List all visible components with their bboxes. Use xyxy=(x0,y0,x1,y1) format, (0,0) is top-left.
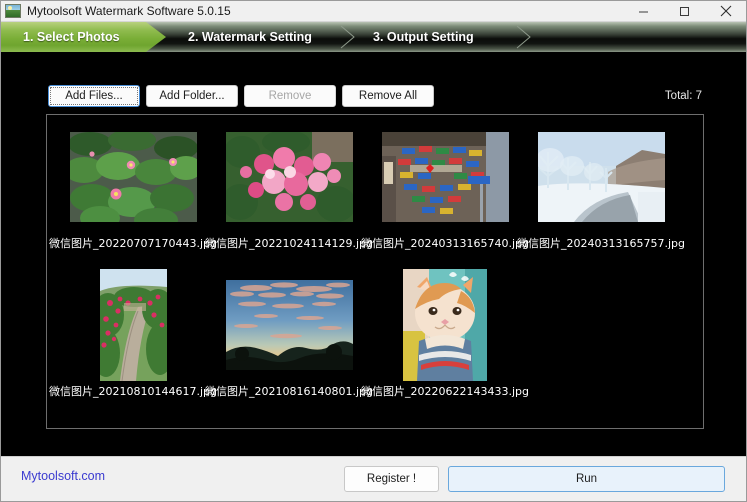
photo-filename: 微信图片_20221024114129.jpg xyxy=(205,237,373,250)
thumbnail-wrap xyxy=(99,269,167,381)
photo-row: 微信图片_20210810144617.jpg 微信图片_20210816140… xyxy=(49,269,703,417)
thumbnail-wrap xyxy=(403,269,487,381)
remove-all-button[interactable]: Remove All xyxy=(342,85,434,107)
close-icon[interactable] xyxy=(705,1,746,22)
thumbnail-wrap xyxy=(69,121,197,233)
window-title: Mytoolsoft Watermark Software 5.0.15 xyxy=(27,4,231,18)
photo-grid: 微信图片_20220707170443.jpg 微信图片_20221024114… xyxy=(47,115,703,428)
remove-all-label: Remove All xyxy=(358,90,418,102)
photo-filename: 微信图片_20240313165740.jpg xyxy=(361,237,529,250)
thumbnail-wrap xyxy=(225,269,353,381)
photo-item[interactable]: 微信图片_20220707170443.jpg xyxy=(49,121,217,269)
lotus-pond-thumbnail xyxy=(69,132,197,222)
photo-app-icon xyxy=(5,4,21,18)
remove-button: Remove xyxy=(244,85,336,107)
photo-item[interactable]: 微信图片_20210816140801.jpg xyxy=(205,269,373,417)
step-label: 3. Output Setting xyxy=(373,30,474,44)
application-window: Mytoolsoft Watermark Software 5.0.15 1. … xyxy=(0,0,747,502)
photo-item[interactable]: 微信图片_20221024114129.jpg xyxy=(205,121,373,269)
photo-filename: 微信图片_20210816140801.jpg xyxy=(205,385,373,398)
maximize-icon[interactable] xyxy=(664,1,705,22)
photo-item[interactable]: 微信图片_20210810144617.jpg xyxy=(49,269,217,417)
total-count-label: Total: 7 xyxy=(664,90,702,102)
remove-label: Remove xyxy=(268,90,312,102)
thumbnail-wrap xyxy=(225,121,353,233)
add-files-label: Add Files... xyxy=(65,90,123,102)
window-controls xyxy=(623,1,746,22)
photo-filename: 微信图片_20210810144617.jpg xyxy=(49,385,217,398)
sunset-sky-thumbnail xyxy=(225,280,353,370)
wizard-step-bar: 1. Select Photos 2. Watermark Setting 3.… xyxy=(1,22,746,52)
add-folder-button[interactable]: Add Folder... xyxy=(146,85,238,107)
run-label: Run xyxy=(575,473,598,485)
step-chevron-icon xyxy=(513,22,537,52)
step-label: 2. Watermark Setting xyxy=(188,30,312,44)
garden-path-thumbnail xyxy=(99,269,167,381)
photo-list-panel[interactable]: 微信图片_20220707170443.jpg 微信图片_20221024114… xyxy=(46,114,704,429)
footer-bar: Mytoolsoft.com Register ! Run xyxy=(1,456,746,501)
photo-item[interactable]: 微信图片_20240313165740.jpg xyxy=(361,121,529,269)
step-label: 1. Select Photos xyxy=(23,30,120,44)
photo-item[interactable]: 微信图片_20220622143433.jpg xyxy=(361,269,529,417)
step-output-setting[interactable]: 3. Output Setting xyxy=(351,22,536,52)
minimize-icon[interactable] xyxy=(623,1,664,22)
photo-filename: 微信图片_20220622143433.jpg xyxy=(361,385,529,398)
website-link[interactable]: Mytoolsoft.com xyxy=(21,469,105,483)
step-select-photos[interactable]: 1. Select Photos xyxy=(1,22,166,52)
step-watermark-setting[interactable]: 2. Watermark Setting xyxy=(166,22,351,52)
register-label: Register ! xyxy=(366,473,417,485)
orange-cat-thumbnail xyxy=(403,269,487,381)
snowy-road-thumbnail xyxy=(537,132,665,222)
run-button[interactable]: Run xyxy=(448,466,725,492)
photo-item[interactable]: 微信图片_20240313165757.jpg xyxy=(517,121,685,269)
thumbnail-wrap xyxy=(537,121,665,233)
photo-filename: 微信图片_20220707170443.jpg xyxy=(49,237,217,250)
photo-filename: 微信图片_20240313165757.jpg xyxy=(517,237,685,250)
add-folder-label: Add Folder... xyxy=(159,90,225,102)
photo-row: 微信图片_20220707170443.jpg 微信图片_20221024114… xyxy=(49,121,703,269)
wall-of-signs-thumbnail xyxy=(381,132,509,222)
file-toolbar: Add Files... Add Folder... Remove Remove… xyxy=(1,85,746,107)
register-button[interactable]: Register ! xyxy=(344,466,439,492)
pink-roses-thumbnail xyxy=(225,132,353,222)
step-chevron-icon xyxy=(337,22,361,52)
main-content: Add Files... Add Folder... Remove Remove… xyxy=(1,52,746,457)
title-bar: Mytoolsoft Watermark Software 5.0.15 xyxy=(1,1,746,22)
add-files-button[interactable]: Add Files... xyxy=(48,85,140,107)
thumbnail-wrap xyxy=(381,121,509,233)
